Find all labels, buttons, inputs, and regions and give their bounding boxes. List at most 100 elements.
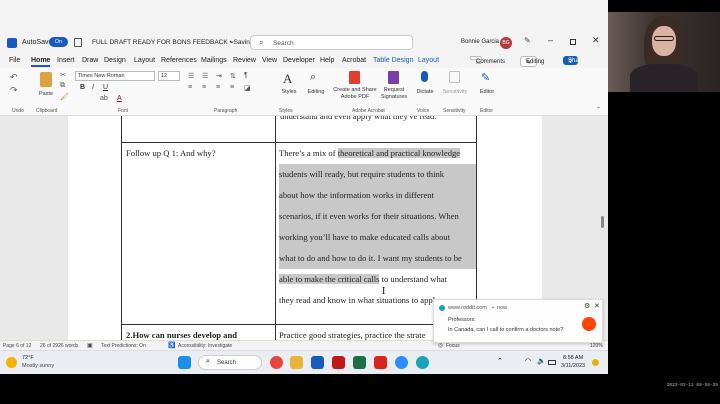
tab-table-layout[interactable]: Layout [418,57,439,64]
autosave-toggle[interactable]: On [49,37,68,47]
tab-home[interactable]: Home [31,57,51,67]
battery-icon[interactable] [548,360,556,365]
tab-mailings[interactable]: Mailings [201,57,227,64]
excel-icon[interactable] [353,356,366,369]
tab-help[interactable]: Help [320,57,334,64]
shading-icon[interactable]: ◪ [244,84,251,92]
word-icon[interactable] [311,356,324,369]
dictate-label: Dictate [416,89,434,95]
tab-acrobat[interactable]: Acrobat [342,57,366,64]
table-cell-answer-1[interactable]: There’s a mix of theoretical and practic… [275,142,477,325]
close-icon[interactable]: ✕ [594,302,600,310]
align-right-icon[interactable]: ≡ [216,84,220,91]
restore-icon[interactable] [570,39,576,45]
bold-button[interactable]: B [80,84,85,91]
paste-button[interactable]: Paste [36,71,56,101]
request-signatures-button[interactable]: Request Signatures [379,71,409,105]
tab-file[interactable]: File [9,57,20,64]
italic-button[interactable]: I [92,84,94,91]
editing-button[interactable]: ⌕ Editing [305,71,327,105]
word-count[interactable]: 26 of 2926 words [40,343,78,349]
close-icon[interactable]: ✕ [592,35,600,46]
avatar[interactable]: BG [500,37,512,49]
highlight-icon[interactable]: ab [100,95,108,102]
table-cell-top-left[interactable] [121,116,276,143]
start-icon[interactable] [178,356,191,369]
table-cell-top-right[interactable]: understand and even apply what they've r… [275,116,477,143]
numbering-icon[interactable]: ☰ [202,72,208,80]
answer-line-hl: theoretical and practical knowledge [337,148,461,158]
edge-icon[interactable] [416,356,429,369]
editor-button[interactable]: ✎ Editor [476,71,498,105]
weather-temp[interactable]: 72°F [22,355,34,361]
justify-icon[interactable]: ≡ [230,84,234,91]
tab-developer[interactable]: Developer [283,57,315,64]
cut-icon[interactable]: ✂ [60,71,66,79]
gear-icon[interactable]: ⚙ [584,302,590,310]
chrome-icon[interactable] [270,356,283,369]
format-painter-icon[interactable]: 🖌 [60,93,69,101]
clock-date[interactable]: 3/11/2023 [561,363,585,369]
answer-line: There’s a mix of theoretical and practic… [279,143,476,164]
clock-time[interactable]: 8:58 AM [563,355,583,361]
chevron-down-icon[interactable]: ⌄ [229,37,235,45]
font-color-icon[interactable]: A [117,95,122,102]
create-share-pdf-button[interactable]: Create and Share Adobe PDF [333,71,377,105]
ribbon-collapse-icon[interactable]: ⌃ [596,106,601,113]
align-left-icon[interactable]: ≡ [188,84,192,91]
mcafee-icon[interactable] [332,356,345,369]
tab-view[interactable]: View [262,57,277,64]
volume-icon[interactable]: 🔈 [537,357,546,365]
sensitivity-button[interactable]: Sensitivity [440,71,470,105]
proofing-icon[interactable]: ▣ [87,342,93,349]
minimize-icon[interactable]: – [548,35,553,45]
notification-badge[interactable] [592,359,599,366]
editing-mode-button[interactable]: ✎ Editing ⌄ [520,56,544,67]
tab-table-design[interactable]: Table Design [373,57,413,64]
search-box[interactable]: ⌕ Search [250,35,413,50]
taskbar-search[interactable]: ⌕ Search [198,355,262,370]
underline-button[interactable]: U [103,84,108,91]
scrollbar-thumb[interactable] [601,216,604,228]
weather-icon[interactable] [6,357,17,368]
tab-design[interactable]: Design [104,57,126,64]
notification-toast[interactable]: www.reddit.com • now ⚙ ✕ Professors: In … [433,299,603,343]
weather-desc[interactable]: Mostly sunny [22,363,54,369]
tab-review[interactable]: Review [233,57,256,64]
font-name-select[interactable]: Times New Roman [75,71,155,81]
text-predictions[interactable]: Text Predictions: On [101,343,146,349]
zoom-level[interactable]: 120% [590,343,603,349]
tray-chevron-icon[interactable]: ⌃ [497,357,503,365]
pen-icon[interactable]: ✎ [524,36,531,45]
zoom-app-icon[interactable] [395,356,408,369]
tab-insert[interactable]: Insert [57,57,75,64]
dictate-button[interactable]: Dictate [414,71,436,105]
redo-icon[interactable]: ↷ [10,85,18,96]
explorer-icon[interactable] [290,356,303,369]
align-center-icon[interactable]: ≡ [202,84,206,91]
webcam-shoulders [630,64,698,92]
sort-icon[interactable]: ⇅ [230,72,236,80]
pilcrow-icon[interactable]: ¶ [244,72,248,79]
user-name[interactable]: Bonnie Garcia [461,39,499,45]
font-size-select[interactable]: 12 [158,71,180,81]
share-button[interactable]: ⇪ Share ⌄ [563,56,584,65]
accessibility-status[interactable]: Accessibility: Investigate [178,343,232,349]
table-cell-question-1[interactable]: Follow up Q 1: And why? [121,142,276,325]
table-cell-question-2[interactable]: 2.How can nurses develop and [121,324,276,340]
tab-layout[interactable]: Layout [134,57,155,64]
tab-references[interactable]: References [161,57,197,64]
tab-draw[interactable]: Draw [82,57,98,64]
wifi-icon[interactable]: ◠ [525,357,531,365]
copy-icon[interactable]: ⧉ [60,82,65,90]
bullets-icon[interactable]: ☰ [188,72,194,80]
save-icon[interactable] [74,38,82,47]
page-count[interactable]: Page 6 of 12 [3,343,31,349]
comments-button[interactable]: ▭ Comments [470,56,505,66]
focus-button[interactable]: Focus [446,343,460,349]
styles-button[interactable]: A Styles [279,71,299,105]
acrobat-icon[interactable] [374,356,387,369]
paragraph-controls: ☰ ☰ ⇥ ⇅ ¶ ≡ ≡ ≡ ≡ ◪ [188,72,272,102]
undo-icon[interactable]: ↶ [10,72,18,83]
indent-icon[interactable]: ⇥ [216,72,222,80]
